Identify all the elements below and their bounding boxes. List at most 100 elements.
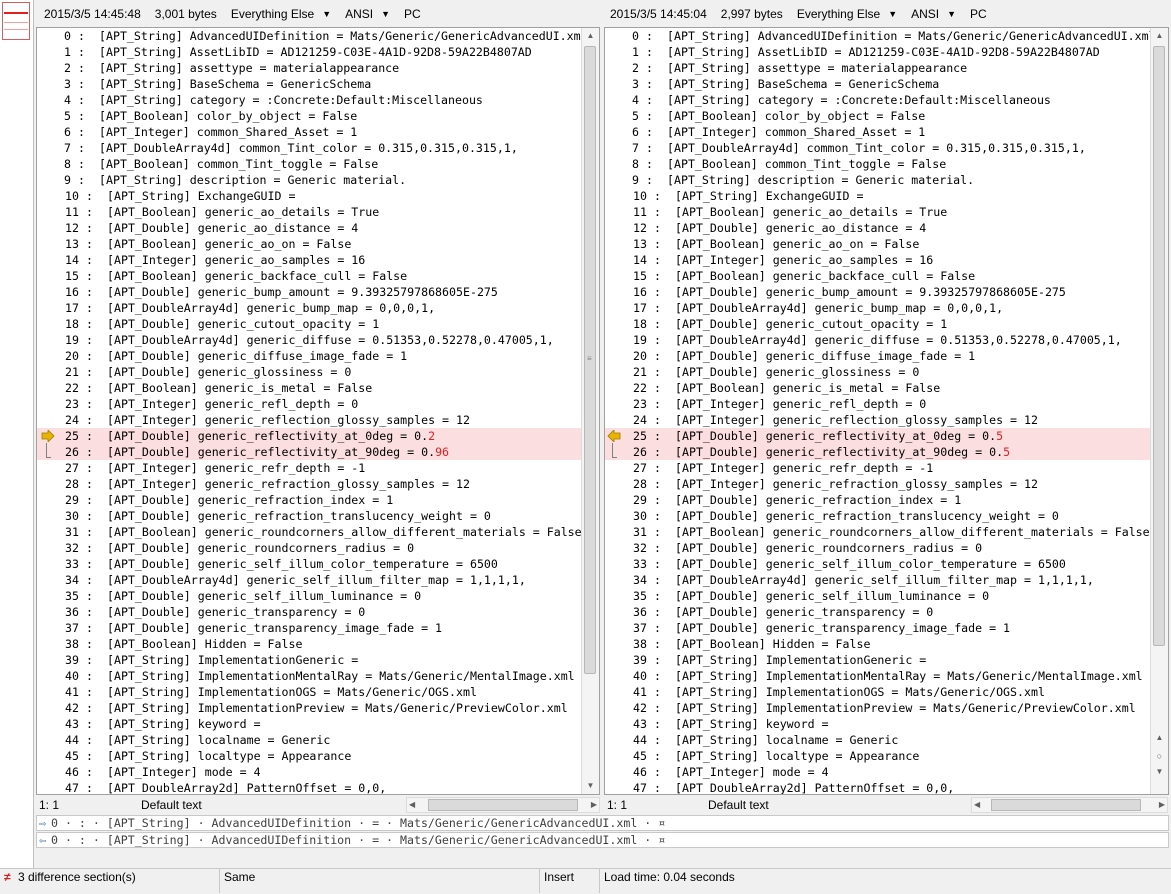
right-filter-dropdown[interactable]: Everything Else ▼ — [797, 7, 897, 21]
text-line[interactable]: 22 : [APT_Boolean] generic_is_metal = Fa… — [605, 380, 1151, 396]
text-line[interactable]: 15 : [APT_Boolean] generic_backface_cull… — [37, 268, 582, 284]
text-line[interactable]: 8 : [APT_Boolean] common_Tint_toggle = F… — [605, 156, 1151, 172]
text-line[interactable]: 16 : [APT_Double] generic_bump_amount = … — [605, 284, 1151, 300]
right-text-view[interactable]: 0 : [APT_String] AdvancedUIDefinition = … — [604, 27, 1169, 795]
text-line[interactable]: 2 : [APT_String] assettype = materialapp… — [605, 60, 1151, 76]
text-line[interactable]: 35 : [APT_Double] generic_self_illum_lum… — [605, 588, 1151, 604]
text-line[interactable]: 42 : [APT_String] ImplementationPreview … — [37, 700, 582, 716]
text-line[interactable]: 28 : [APT_Integer] generic_refraction_gl… — [605, 476, 1151, 492]
text-line[interactable]: 25 : [APT_Double] generic_reflectivity_a… — [37, 428, 582, 444]
text-line[interactable]: 40 : [APT_String] ImplementationMentalRa… — [37, 668, 582, 684]
right-lines[interactable]: 0 : [APT_String] AdvancedUIDefinition = … — [605, 28, 1151, 794]
text-line[interactable]: 9 : [APT_String] description = Generic m… — [37, 172, 582, 188]
overview-viewport-marker[interactable] — [2, 2, 30, 40]
text-line[interactable]: 40 : [APT_String] ImplementationMentalRa… — [605, 668, 1151, 684]
text-line[interactable]: 19 : [APT_DoubleArray4d] generic_diffuse… — [605, 332, 1151, 348]
right-vertical-scrollbar[interactable]: ▲ ▲ ○ ▼ — [1150, 28, 1168, 794]
right-encoding-dropdown[interactable]: ANSI ▼ — [911, 7, 956, 21]
circle-icon[interactable]: ○ — [1151, 748, 1168, 764]
left-vertical-scrollbar[interactable]: ▲ ≡ ▼ — [581, 28, 599, 794]
text-line[interactable]: 31 : [APT_Boolean] generic_roundcorners_… — [605, 524, 1151, 540]
text-line[interactable]: 12 : [APT_Double] generic_ao_distance = … — [605, 220, 1151, 236]
text-line[interactable]: 36 : [APT_Double] generic_transparency =… — [605, 604, 1151, 620]
text-line[interactable]: 37 : [APT_Double] generic_transparency_i… — [37, 620, 582, 636]
text-line[interactable]: 36 : [APT_Double] generic_transparency =… — [37, 604, 582, 620]
text-line[interactable]: 20 : [APT_Double] generic_diffuse_image_… — [37, 348, 582, 364]
text-line[interactable]: 23 : [APT_Integer] generic_refl_depth = … — [37, 396, 582, 412]
scroll-up-icon[interactable]: ▲ — [582, 28, 599, 44]
text-line[interactable]: 32 : [APT_Double] generic_roundcorners_r… — [605, 540, 1151, 556]
text-line[interactable]: 34 : [APT_DoubleArray4d] generic_self_il… — [605, 572, 1151, 588]
text-line[interactable]: 41 : [APT_String] ImplementationOGS = Ma… — [605, 684, 1151, 700]
left-filter-dropdown[interactable]: Everything Else ▼ — [231, 7, 331, 21]
text-line[interactable]: 34 : [APT_DoubleArray4d] generic_self_il… — [37, 572, 582, 588]
text-line[interactable]: 42 : [APT_String] ImplementationPreview … — [605, 700, 1151, 716]
text-line[interactable]: 31 : [APT_Boolean] generic_roundcorners_… — [37, 524, 582, 540]
text-line[interactable]: 39 : [APT_String] ImplementationGeneric … — [605, 652, 1151, 668]
text-line[interactable]: 5 : [APT_Boolean] color_by_object = Fals… — [37, 108, 582, 124]
text-line[interactable]: 21 : [APT_Double] generic_glossiness = 0 — [605, 364, 1151, 380]
scroll-up-icon[interactable]: ▲ — [1151, 28, 1168, 44]
text-line[interactable]: 37 : [APT_Double] generic_transparency_i… — [605, 620, 1151, 636]
text-line[interactable]: 14 : [APT_Integer] generic_ao_samples = … — [605, 252, 1151, 268]
text-line[interactable]: 4 : [APT_String] category = :Concrete:De… — [37, 92, 582, 108]
text-line[interactable]: 13 : [APT_Boolean] generic_ao_on = False — [37, 236, 582, 252]
text-line[interactable]: 44 : [APT_String] localname = Generic — [37, 732, 582, 748]
text-line[interactable]: 18 : [APT_Double] generic_cutout_opacity… — [37, 316, 582, 332]
text-line[interactable]: 22 : [APT_Boolean] generic_is_metal = Fa… — [37, 380, 582, 396]
text-line[interactable]: 0 : [APT_String] AdvancedUIDefinition = … — [37, 28, 582, 44]
left-hscroll-thumb[interactable] — [428, 799, 578, 811]
text-line[interactable]: 28 : [APT_Integer] generic_refraction_gl… — [37, 476, 582, 492]
text-line[interactable]: 41 : [APT_String] ImplementationOGS = Ma… — [37, 684, 582, 700]
text-line[interactable]: 29 : [APT_Double] generic_refraction_ind… — [605, 492, 1151, 508]
right-scroll-thumb[interactable] — [1153, 46, 1165, 646]
text-line[interactable]: 11 : [APT_Boolean] generic_ao_details = … — [605, 204, 1151, 220]
text-line[interactable]: 15 : [APT_Boolean] generic_backface_cull… — [605, 268, 1151, 284]
scroll-right-icon[interactable]: ▶ — [591, 798, 597, 812]
text-line[interactable]: 18 : [APT_Double] generic_cutout_opacity… — [605, 316, 1151, 332]
arrow-right-icon[interactable] — [41, 430, 55, 442]
right-hscroll-thumb[interactable] — [991, 799, 1141, 811]
text-line[interactable]: 19 : [APT_DoubleArray4d] generic_diffuse… — [37, 332, 582, 348]
text-line[interactable]: 6 : [APT_Integer] common_Shared_Asset = … — [605, 124, 1151, 140]
text-line[interactable]: 26 : [APT_Double] generic_reflectivity_a… — [605, 444, 1151, 460]
left-encoding-dropdown[interactable]: ANSI ▼ — [345, 7, 390, 21]
text-line[interactable]: 32 : [APT_Double] generic_roundcorners_r… — [37, 540, 582, 556]
text-line[interactable]: 1 : [APT_String] AssetLibID = AD121259-C… — [37, 44, 582, 60]
text-line[interactable]: 7 : [APT_DoubleArray4d] common_Tint_colo… — [37, 140, 582, 156]
text-line[interactable]: 3 : [APT_String] BaseSchema = GenericSch… — [605, 76, 1151, 92]
text-line[interactable]: 8 : [APT_Boolean] common_Tint_toggle = F… — [37, 156, 582, 172]
scroll-left-icon[interactable]: ◀ — [409, 798, 415, 812]
text-line[interactable]: 5 : [APT_Boolean] color_by_object = Fals… — [605, 108, 1151, 124]
arrow-left-icon[interactable] — [607, 430, 621, 442]
scroll-down-icon[interactable]: ▼ — [1151, 764, 1168, 780]
text-line[interactable]: 23 : [APT_Integer] generic_refl_depth = … — [605, 396, 1151, 412]
text-line[interactable]: 21 : [APT_Double] generic_glossiness = 0 — [37, 364, 582, 380]
text-line[interactable]: 46 : [APT_Integer] mode = 4 — [605, 764, 1151, 780]
text-line[interactable]: 33 : [APT_Double] generic_self_illum_col… — [605, 556, 1151, 572]
text-line[interactable]: 1 : [APT_String] AssetLibID = AD121259-C… — [605, 44, 1151, 60]
text-line[interactable]: 29 : [APT_Double] generic_refraction_ind… — [37, 492, 582, 508]
right-horizontal-scrollbar[interactable]: ◀ ▶ — [971, 797, 1168, 813]
text-line[interactable]: 12 : [APT_Double] generic_ao_distance = … — [37, 220, 582, 236]
text-line[interactable]: 14 : [APT_Integer] generic_ao_samples = … — [37, 252, 582, 268]
text-line[interactable]: 17 : [APT_DoubleArray4d] generic_bump_ma… — [37, 300, 582, 316]
scroll-right-icon[interactable]: ▶ — [1159, 798, 1165, 812]
text-line[interactable]: 27 : [APT_Integer] generic_refr_depth = … — [605, 460, 1151, 476]
compare-line-left[interactable]: ⇨ 0 · : · [APT_String] · AdvancedUIDefin… — [36, 815, 1169, 831]
text-line[interactable]: 9 : [APT_String] description = Generic m… — [605, 172, 1151, 188]
text-line[interactable]: 43 : [APT_String] keyword = — [37, 716, 582, 732]
text-line[interactable]: 45 : [APT_String] localtype = Appearance — [37, 748, 582, 764]
text-line[interactable]: 10 : [APT_String] ExchangeGUID = — [37, 188, 582, 204]
diff-overview-strip[interactable] — [0, 0, 34, 868]
text-line[interactable]: 16 : [APT_Double] generic_bump_amount = … — [37, 284, 582, 300]
text-line[interactable]: 24 : [APT_Integer] generic_reflection_gl… — [605, 412, 1151, 428]
text-line[interactable]: 30 : [APT_Double] generic_refraction_tra… — [605, 508, 1151, 524]
text-line[interactable]: 17 : [APT_DoubleArray4d] generic_bump_ma… — [605, 300, 1151, 316]
text-line[interactable]: 24 : [APT_Integer] generic_reflection_gl… — [37, 412, 582, 428]
text-line[interactable]: 4 : [APT_String] category = :Concrete:De… — [605, 92, 1151, 108]
text-line[interactable]: 13 : [APT_Boolean] generic_ao_on = False — [605, 236, 1151, 252]
text-line[interactable]: 44 : [APT_String] localname = Generic — [605, 732, 1151, 748]
compare-line-right[interactable]: ⇦ 0 · : · [APT_String] · AdvancedUIDefin… — [36, 832, 1169, 848]
left-horizontal-scrollbar[interactable]: ◀ ▶ — [406, 797, 600, 813]
